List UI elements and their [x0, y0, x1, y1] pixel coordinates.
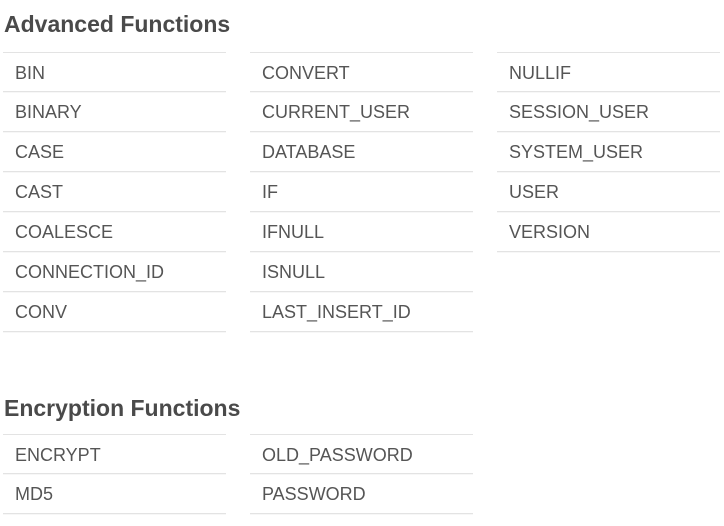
function-link-old-password[interactable]: OLD_PASSWORD — [250, 434, 473, 474]
advanced-functions-heading: Advanced Functions — [4, 11, 231, 37]
encryption-functions-heading: Encryption Functions — [4, 395, 241, 421]
function-link-isnull[interactable]: ISNULL — [250, 252, 473, 292]
function-link-last-insert-id[interactable]: LAST_INSERT_ID — [250, 292, 473, 332]
function-link-version[interactable]: VERSION — [497, 212, 720, 252]
function-link-current-user[interactable]: CURRENT_USER — [250, 92, 473, 132]
encryption-functions-column-1: ENCRYPT MD5 — [3, 434, 226, 514]
advanced-functions-column-2: CONVERT CURRENT_USER DATABASE IF IFNULL … — [250, 52, 473, 332]
function-link-nullif[interactable]: NULLIF — [497, 52, 720, 92]
function-link-connection-id[interactable]: CONNECTION_ID — [3, 252, 226, 292]
encryption-functions-column-2: OLD_PASSWORD PASSWORD — [250, 434, 473, 514]
function-link-cast[interactable]: CAST — [3, 172, 226, 212]
function-link-database[interactable]: DATABASE — [250, 132, 473, 172]
function-link-case[interactable]: CASE — [3, 132, 226, 172]
function-link-binary[interactable]: BINARY — [3, 92, 226, 132]
function-link-session-user[interactable]: SESSION_USER — [497, 92, 720, 132]
function-link-password[interactable]: PASSWORD — [250, 474, 473, 514]
function-link-user[interactable]: USER — [497, 172, 720, 212]
function-link-if[interactable]: IF — [250, 172, 473, 212]
function-link-ifnull[interactable]: IFNULL — [250, 212, 473, 252]
function-link-system-user[interactable]: SYSTEM_USER — [497, 132, 720, 172]
function-link-bin[interactable]: BIN — [3, 52, 226, 92]
function-link-encrypt[interactable]: ENCRYPT — [3, 434, 226, 474]
function-link-convert[interactable]: CONVERT — [250, 52, 473, 92]
advanced-functions-column-1: BIN BINARY CASE CAST COALESCE CONNECTION… — [3, 52, 226, 332]
function-link-md5[interactable]: MD5 — [3, 474, 226, 514]
advanced-functions-column-3: NULLIF SESSION_USER SYSTEM_USER USER VER… — [497, 52, 720, 252]
function-link-conv[interactable]: CONV — [3, 292, 226, 332]
function-link-coalesce[interactable]: COALESCE — [3, 212, 226, 252]
